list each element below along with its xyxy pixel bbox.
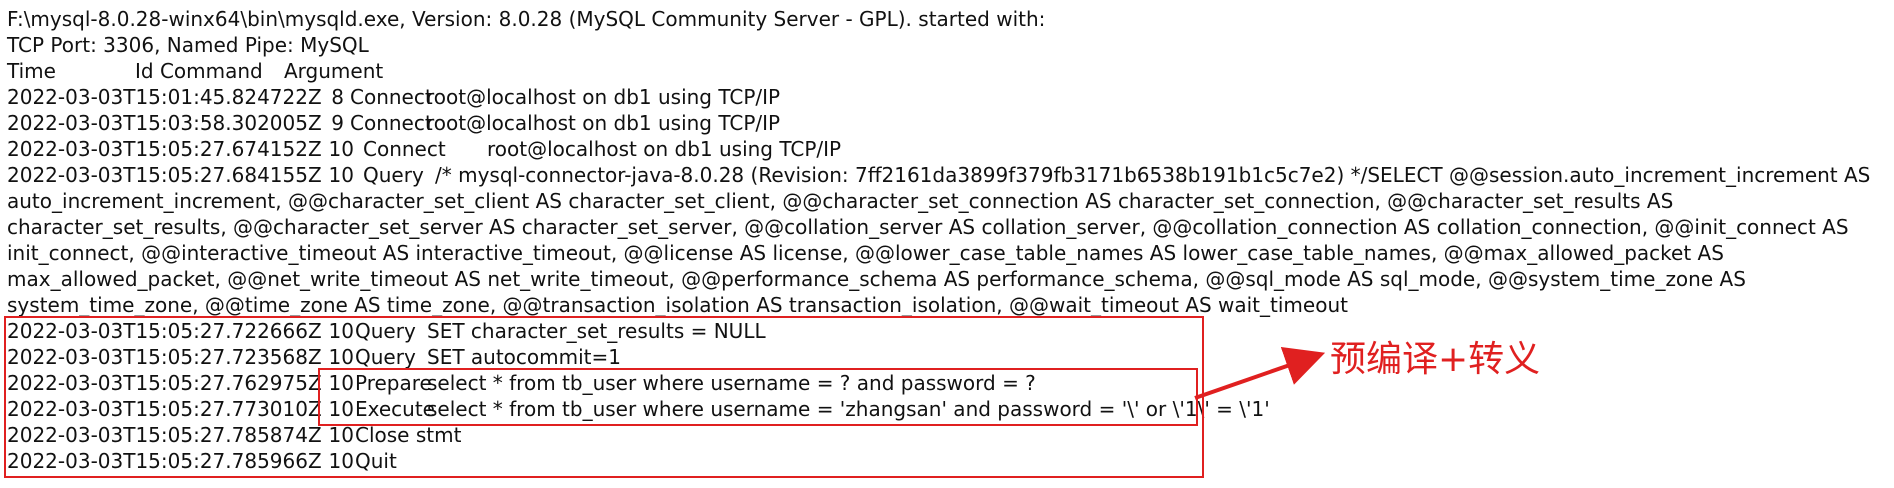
annotation-arrow-icon: [1194, 346, 1326, 400]
annotation-label: 预编译+转义: [1330, 339, 1541, 380]
